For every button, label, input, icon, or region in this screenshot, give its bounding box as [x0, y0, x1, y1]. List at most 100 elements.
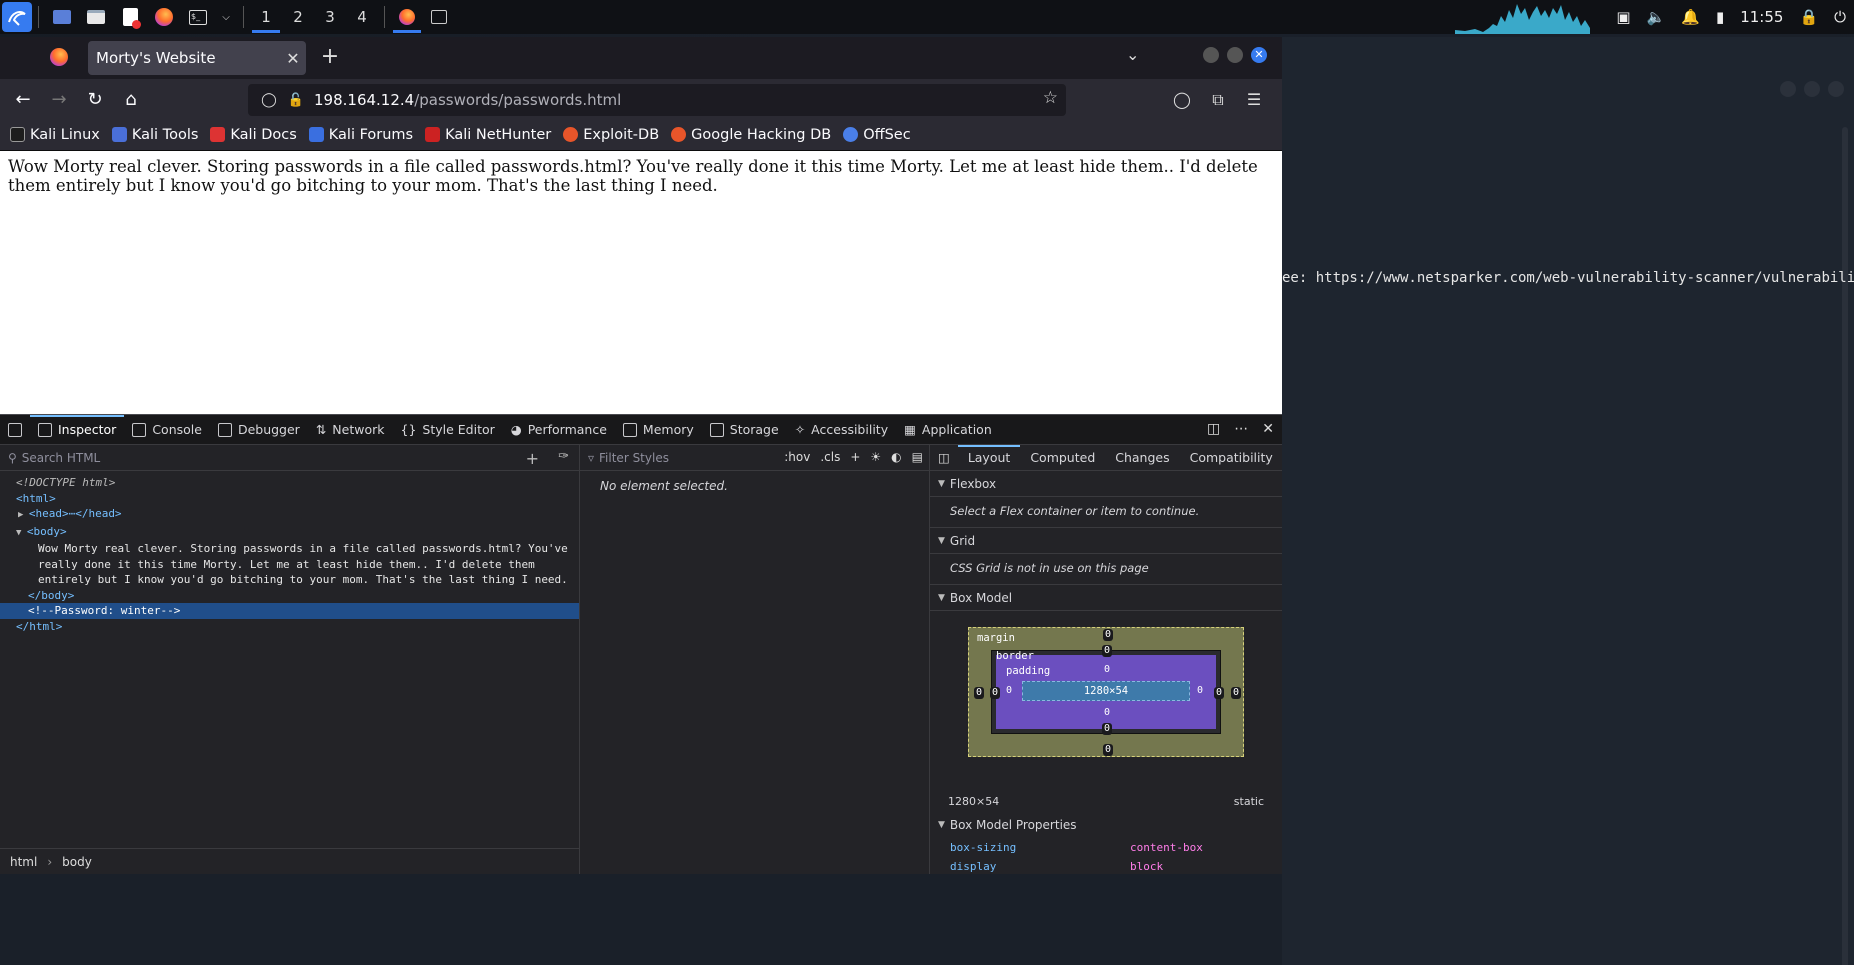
- tab-debugger[interactable]: Debugger: [210, 415, 308, 445]
- taskbar-terminal[interactable]: [423, 0, 455, 34]
- toggle-sidebar-icon[interactable]: ◫: [930, 450, 958, 465]
- light-scheme-icon[interactable]: ☀: [870, 450, 881, 464]
- filter-styles-input[interactable]: ▿ Filter Styles :hov .cls + ☀ ◐ ▤: [580, 445, 929, 471]
- box-model-content-size[interactable]: 1280×54: [1022, 681, 1190, 701]
- margin-top[interactable]: 0: [1103, 629, 1114, 641]
- padding-right[interactable]: 0: [1195, 685, 1205, 697]
- maximize-button[interactable]: [1227, 47, 1243, 63]
- breadcrumb-body[interactable]: body: [62, 855, 92, 869]
- notification-bell-icon[interactable]: 🔔: [1681, 8, 1700, 26]
- tree-text-line-1[interactable]: Wow Morty real clever. Storing passwords…: [0, 541, 579, 557]
- tab-performance[interactable]: ◕ Performance: [503, 415, 615, 445]
- border-right[interactable]: 0: [1214, 687, 1225, 699]
- browser-tab-active[interactable]: Morty's Website ✕: [88, 41, 306, 75]
- display-icon[interactable]: ▣: [1616, 8, 1630, 26]
- tab-layout[interactable]: Layout: [957, 445, 1021, 471]
- border-left[interactable]: 0: [990, 687, 1001, 699]
- flexbox-section-header[interactable]: ▼ Flexbox: [930, 471, 1282, 497]
- bookmark-google-hacking-db[interactable]: Google Hacking DB: [671, 127, 831, 143]
- breadcrumb-html[interactable]: html: [10, 855, 37, 869]
- tab-computed[interactable]: Computed: [1020, 445, 1105, 471]
- tab-inspector[interactable]: Inspector: [30, 414, 125, 445]
- firefox-view-icon[interactable]: [50, 48, 68, 66]
- terminal-launcher-icon[interactable]: $_: [187, 6, 209, 28]
- volume-icon[interactable]: 🔈: [1647, 8, 1666, 26]
- print-media-icon[interactable]: ▤: [912, 450, 923, 464]
- workspace-2[interactable]: 2: [282, 0, 314, 34]
- tree-html-close[interactable]: </html>: [0, 619, 579, 635]
- tree-html-open[interactable]: <html>: [0, 491, 579, 507]
- workspace-1[interactable]: 1: [250, 0, 282, 34]
- taskbar-firefox[interactable]: [391, 0, 423, 34]
- tree-body-open[interactable]: ▼ <body>: [0, 524, 579, 542]
- responsive-design-icon[interactable]: ◫: [1207, 421, 1220, 437]
- text-editor-icon[interactable]: [119, 6, 141, 29]
- minimize-button[interactable]: [1203, 47, 1219, 63]
- tree-text-line-3[interactable]: entirely but I know you'd go bitching to…: [0, 572, 579, 588]
- tree-text-line-2[interactable]: really done it this time Morty. Let me a…: [0, 557, 579, 573]
- tab-network[interactable]: ⇅ Network: [308, 415, 393, 445]
- padding-left[interactable]: 0: [1004, 685, 1014, 697]
- tab-compatibility[interactable]: Compatibility: [1180, 445, 1282, 471]
- bookmark-exploit-db[interactable]: Exploit-DB: [563, 127, 659, 143]
- border-top[interactable]: 0: [1102, 645, 1113, 657]
- close-devtools-icon[interactable]: ✕: [1262, 421, 1274, 437]
- tree-body-close[interactable]: </body>: [0, 588, 579, 604]
- box-model-properties-header[interactable]: ▼ Box Model Properties: [938, 812, 1282, 838]
- tab-changes[interactable]: Changes: [1105, 445, 1179, 471]
- tree-comment-selected[interactable]: <!--Password: winter-->: [0, 603, 579, 619]
- lock-icon[interactable]: 🔒: [1799, 8, 1818, 26]
- back-arrow-icon[interactable]: ←: [10, 87, 36, 113]
- bookmark-kali-tools[interactable]: Kali Tools: [111, 127, 198, 143]
- hamburger-menu-icon[interactable]: ☰: [1242, 87, 1266, 113]
- pocket-icon[interactable]: ◯: [1170, 87, 1194, 113]
- insecure-lock-icon[interactable]: 🔓: [284, 93, 308, 108]
- search-html-input[interactable]: ⚲ Search HTML + ✑: [0, 445, 579, 471]
- more-options-icon[interactable]: ⋯: [1234, 421, 1248, 437]
- forward-arrow-icon[interactable]: →: [46, 87, 72, 113]
- battery-icon[interactable]: ▮: [1716, 8, 1724, 26]
- tab-console[interactable]: Console: [124, 415, 210, 445]
- terminal-scrollbar[interactable]: [1842, 127, 1848, 965]
- element-picker-button[interactable]: [0, 415, 30, 445]
- tab-style-editor[interactable]: {} Style Editor: [393, 415, 503, 445]
- bookmark-offsec[interactable]: OffSec: [843, 127, 911, 143]
- list-all-tabs-chevron-icon[interactable]: ⌄: [1126, 45, 1139, 64]
- new-tab-button[interactable]: +: [316, 43, 344, 71]
- reload-icon[interactable]: ↻: [82, 87, 108, 113]
- dark-scheme-icon[interactable]: ◐: [891, 450, 901, 464]
- firefox-launcher-icon[interactable]: [153, 6, 175, 28]
- url-bar[interactable]: ◯ 🔓 198.164.12.4/passwords/passwords.htm…: [248, 84, 1066, 116]
- tab-application[interactable]: ▦ Application: [896, 415, 1000, 445]
- border-bottom[interactable]: 0: [1102, 723, 1113, 735]
- tree-head[interactable]: ▶ <head>⋯</head>: [0, 506, 579, 524]
- extensions-icon[interactable]: ⧉: [1206, 87, 1230, 113]
- tab-accessibility[interactable]: ✧ Accessibility: [787, 415, 896, 445]
- close-tab-icon[interactable]: ✕: [280, 49, 306, 68]
- margin-bottom[interactable]: 0: [1103, 744, 1114, 756]
- eyedropper-icon[interactable]: ✑: [558, 449, 569, 464]
- grid-section-header[interactable]: ▼ Grid: [930, 528, 1282, 554]
- chevron-down-icon[interactable]: ⌵: [221, 6, 231, 28]
- file-manager-icon[interactable]: [85, 6, 107, 28]
- hov-toggle[interactable]: :hov: [784, 450, 810, 464]
- padding-bottom[interactable]: 0: [1102, 707, 1112, 719]
- terminal-window[interactable]: [1282, 37, 1854, 965]
- bookmark-kali-linux[interactable]: Kali Linux: [10, 127, 100, 143]
- tree-doctype[interactable]: <!DOCTYPE html>: [0, 475, 579, 491]
- power-icon[interactable]: ⏻: [1834, 8, 1846, 26]
- tab-storage[interactable]: Storage: [702, 415, 787, 445]
- add-node-icon[interactable]: +: [526, 449, 539, 468]
- padding-top[interactable]: 0: [1102, 664, 1112, 676]
- kali-menu-icon[interactable]: [2, 2, 32, 32]
- workspace-3[interactable]: 3: [314, 0, 346, 34]
- bookmark-star-icon[interactable]: ☆: [1043, 88, 1058, 108]
- cls-toggle[interactable]: .cls: [820, 450, 840, 464]
- margin-right[interactable]: 0: [1231, 687, 1242, 699]
- home-icon[interactable]: ⌂: [118, 87, 144, 113]
- close-window-button[interactable]: ✕: [1251, 47, 1267, 63]
- workspace-4[interactable]: 4: [346, 0, 378, 34]
- tracking-shield-icon[interactable]: ◯: [254, 92, 284, 108]
- bookmark-kali-docs[interactable]: Kali Docs: [210, 127, 297, 143]
- tab-memory[interactable]: Memory: [615, 415, 702, 445]
